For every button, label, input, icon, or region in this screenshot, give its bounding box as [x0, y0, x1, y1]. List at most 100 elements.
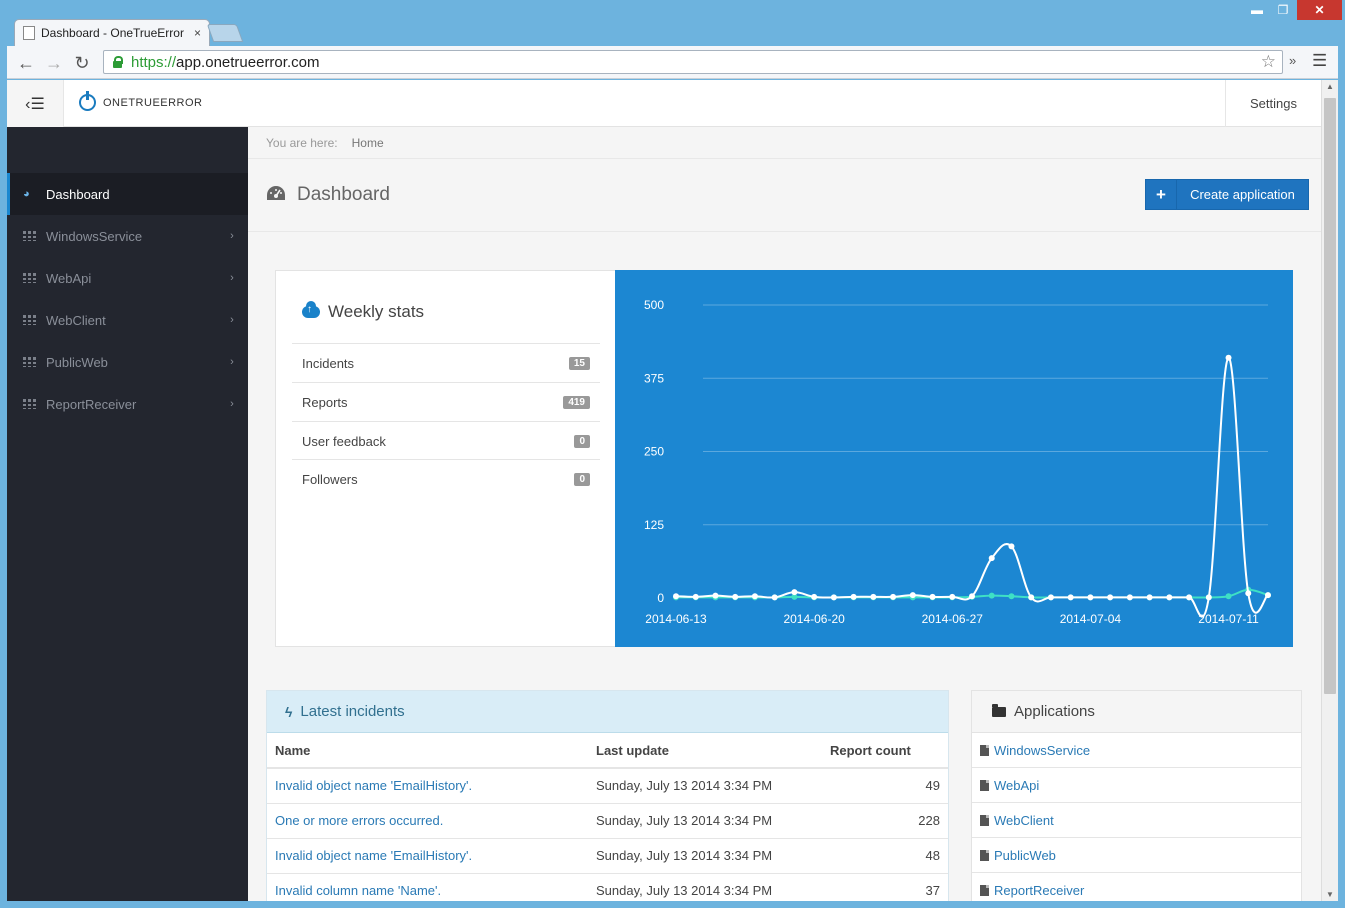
page-header: Dashboard + Create application — [248, 159, 1321, 232]
stat-row-incidents: Incidents 15 — [292, 343, 600, 382]
column-header-last-update[interactable]: Last update — [588, 733, 818, 769]
data-point — [1067, 594, 1074, 601]
grid-icon — [23, 231, 36, 241]
application-link[interactable]: ReportReceiver — [994, 883, 1084, 898]
application-link[interactable]: WebApi — [994, 778, 1039, 793]
latest-incidents-header: ϟ Latest incidents — [267, 691, 948, 733]
data-point — [1107, 594, 1114, 601]
document-icon — [980, 884, 989, 896]
scroll-up-icon[interactable]: ▲ — [1326, 82, 1334, 91]
scroll-down-icon[interactable]: ▼ — [1326, 890, 1334, 899]
list-item[interactable]: WebApi — [972, 768, 1301, 803]
incident-link[interactable]: Invalid object name 'EmailHistory'. — [275, 848, 472, 863]
stat-badge: 0 — [574, 472, 590, 486]
data-point — [1146, 594, 1153, 601]
latest-incidents-panel: ϟ Latest incidents Name Last update Repo… — [266, 690, 949, 901]
application-link[interactable]: WebClient — [994, 813, 1054, 828]
list-item[interactable]: WindowsService — [972, 733, 1301, 768]
sidebar-toggle-icon[interactable]: ‹☰ — [7, 80, 64, 127]
url-scheme: https:// — [131, 53, 177, 71]
sidebar-item-label: Dashboard — [46, 186, 110, 202]
stat-row-followers: Followers 0 — [292, 459, 600, 498]
data-point — [929, 593, 936, 600]
weekly-stats-title: Weekly stats — [302, 301, 424, 322]
stat-badge: 15 — [568, 356, 590, 370]
incident-link[interactable]: Invalid object name 'EmailHistory'. — [275, 778, 472, 793]
create-application-label: Create application — [1190, 187, 1295, 202]
app-topbar: ‹☰ ONETRUEERROR Settings — [7, 80, 1321, 127]
list-item[interactable]: ReportReceiver — [972, 873, 1301, 901]
breadcrumb-home[interactable]: Home — [352, 136, 384, 150]
incident-updated-cell: Sunday, July 13 2014 3:34 PM — [588, 838, 818, 874]
incident-count-cell: 228 — [818, 803, 948, 839]
power-logo-icon — [79, 91, 96, 111]
page-scrollbar[interactable]: ▲ ▼ — [1321, 80, 1338, 901]
extensions-overflow-icon[interactable]: » — [1289, 53, 1296, 68]
bookmark-star-icon[interactable]: ☆ — [1261, 52, 1276, 72]
sidebar-item-windowsservice[interactable]: WindowsService › — [7, 215, 248, 257]
incident-link[interactable]: One or more errors occurred. — [275, 813, 443, 828]
browser-toolbar: ← → ↻ https:// app.onetrueerror.com ☆ » … — [7, 46, 1338, 79]
column-header-report-count[interactable]: Report count — [818, 733, 948, 769]
data-point — [830, 594, 837, 601]
tab-title: Dashboard - OneTrueError — [41, 26, 184, 40]
incident-name-cell: Invalid object name 'EmailHistory'. — [267, 768, 588, 804]
data-point — [1245, 590, 1252, 597]
x-tick-label: 2014-06-13 — [645, 612, 707, 626]
tab-strip: Dashboard - OneTrueError × ▬ ❐ ✕ — [0, 0, 1345, 46]
dashboard-gauge-icon: ◕ — [23, 188, 30, 200]
document-icon — [980, 849, 989, 861]
stat-label: User feedback — [302, 433, 386, 449]
document-icon — [980, 814, 989, 826]
data-point — [890, 593, 897, 600]
sidebar-item-webapi[interactable]: WebApi › — [7, 257, 248, 299]
stat-badge: 419 — [563, 395, 590, 409]
scrollbar-thumb[interactable] — [1324, 98, 1336, 694]
address-bar[interactable]: https:// app.onetrueerror.com ☆ — [103, 50, 1283, 74]
data-point — [969, 593, 975, 600]
window-close-icon[interactable]: ✕ — [1297, 0, 1342, 20]
breadcrumb-prefix: You are here: — [266, 135, 338, 150]
sidebar-item-webclient[interactable]: WebClient › — [7, 299, 248, 341]
list-item[interactable]: WebClient — [972, 803, 1301, 838]
new-tab-button[interactable] — [206, 24, 244, 42]
application-link[interactable]: WindowsService — [994, 743, 1090, 758]
application-link[interactable]: PublicWeb — [994, 848, 1056, 863]
sidebar-item-publicweb[interactable]: PublicWeb › — [7, 341, 248, 383]
reload-icon[interactable]: ↻ — [71, 52, 93, 74]
sidebar-item-label: WindowsService — [46, 228, 143, 244]
chevron-right-icon: › — [230, 356, 234, 368]
sidebar-item-label: PublicWeb — [46, 354, 108, 370]
sidebar-item-reportreceiver[interactable]: ReportReceiver › — [7, 383, 248, 425]
incident-updated-cell: Sunday, July 13 2014 3:34 PM — [588, 873, 818, 901]
breadcrumb: You are here: Home — [248, 127, 1321, 159]
minimize-icon[interactable]: ▬ — [1244, 0, 1270, 20]
settings-link[interactable]: Settings — [1225, 80, 1321, 127]
browser-tab[interactable]: Dashboard - OneTrueError × — [14, 19, 210, 46]
list-item[interactable]: PublicWeb — [972, 838, 1301, 873]
table-row: Invalid column name 'Name'. Sunday, July… — [267, 873, 948, 901]
column-header-name[interactable]: Name — [267, 733, 588, 769]
forward-icon[interactable]: → — [43, 52, 65, 74]
data-point — [909, 592, 916, 599]
x-tick-label: 2014-06-20 — [783, 612, 845, 626]
maximize-icon[interactable]: ❐ — [1270, 0, 1296, 20]
brand[interactable]: ONETRUEERROR — [79, 91, 203, 111]
url-host: app.onetrueerror.com — [176, 53, 320, 71]
chevron-right-icon: › — [230, 398, 234, 410]
incident-link[interactable]: Invalid column name 'Name'. — [275, 883, 441, 898]
close-tab-icon[interactable]: × — [194, 26, 201, 40]
grid-icon — [23, 399, 36, 409]
grid-icon — [23, 315, 36, 325]
y-tick-label: 500 — [644, 298, 664, 312]
create-application-button[interactable]: + Create application — [1145, 179, 1309, 210]
sidebar-item-dashboard[interactable]: ◕ Dashboard — [7, 173, 248, 215]
data-point — [850, 593, 857, 600]
incident-name-cell: Invalid object name 'EmailHistory'. — [267, 838, 588, 874]
data-point — [1205, 594, 1212, 601]
page-title: Dashboard — [297, 184, 390, 205]
back-icon[interactable]: ← — [15, 52, 37, 74]
data-point — [1008, 593, 1015, 600]
browser-menu-icon[interactable]: ☰ — [1312, 51, 1327, 71]
data-point — [1028, 594, 1035, 601]
